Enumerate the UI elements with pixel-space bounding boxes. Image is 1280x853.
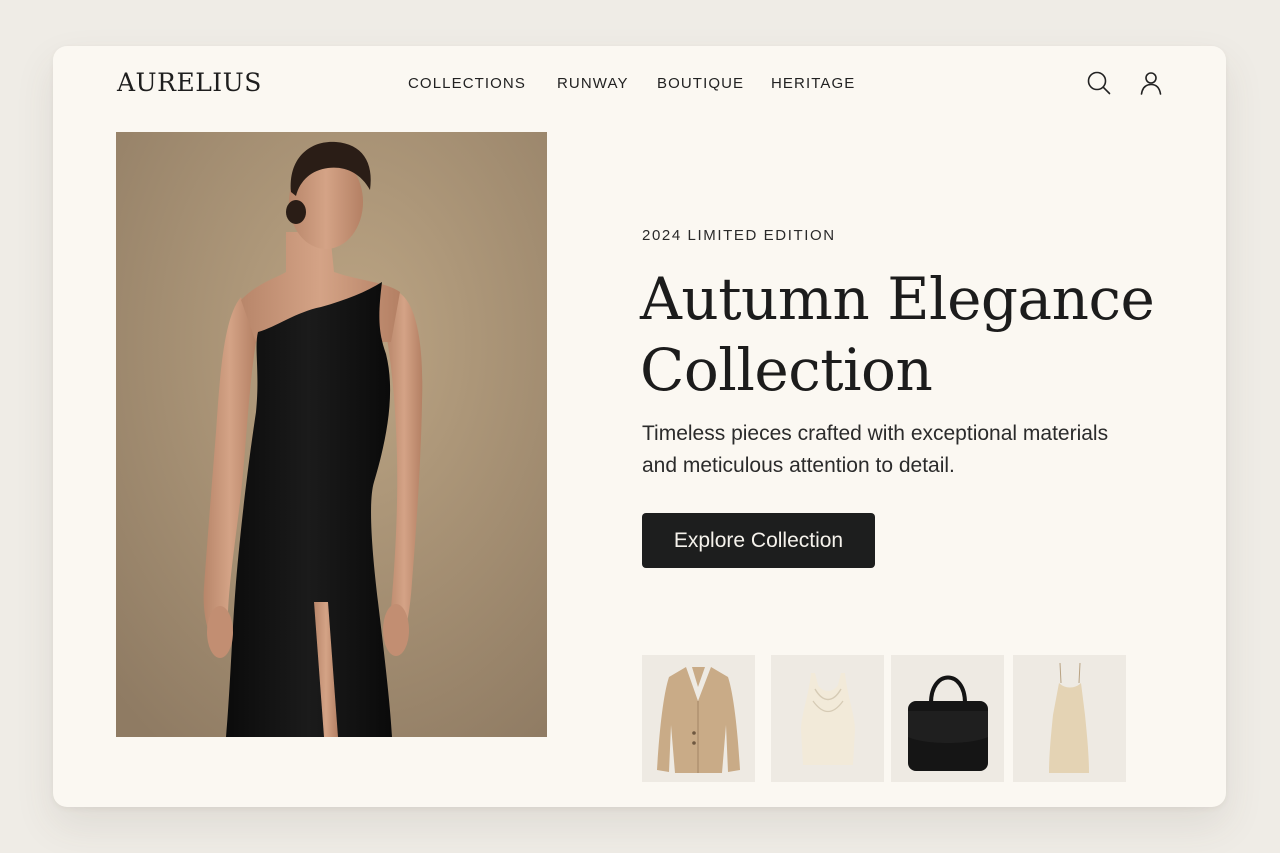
user-icon[interactable] [1136, 68, 1166, 98]
product-thumb-slip-dress[interactable] [1013, 655, 1126, 782]
hero-title-line1: Autumn Elegance [640, 265, 1155, 333]
hero-image [116, 132, 547, 737]
hero-title-line2: Collection [640, 336, 933, 404]
blazer-icon [642, 655, 755, 782]
explore-collection-button[interactable]: Explore Collection [642, 513, 875, 568]
nav-heritage[interactable]: HERITAGE [771, 75, 855, 92]
page-card: AURELIUS COLLECTIONS RUNWAY BOUTIQUE HER… [53, 46, 1226, 807]
cowl-top-icon [771, 655, 884, 782]
hero-title: Autumn Elegance Collection [640, 264, 1180, 406]
product-thumb-top[interactable] [771, 655, 884, 782]
model-illustration [116, 132, 547, 737]
nav-collections[interactable]: COLLECTIONS [408, 75, 526, 92]
brand-logo[interactable]: AURELIUS [117, 68, 262, 97]
slip-dress-icon [1013, 655, 1126, 782]
nav-boutique[interactable]: BOUTIQUE [657, 75, 744, 92]
product-thumb-blazer[interactable] [642, 655, 755, 782]
hero-description: Timeless pieces crafted with exceptional… [642, 422, 1109, 477]
nav-runway[interactable]: RUNWAY [557, 75, 629, 92]
search-icon[interactable] [1084, 68, 1114, 98]
handbag-icon [891, 655, 1004, 782]
product-thumb-handbag[interactable] [891, 655, 1004, 782]
hero-eyebrow: 2024 LIMITED EDITION [642, 227, 836, 244]
